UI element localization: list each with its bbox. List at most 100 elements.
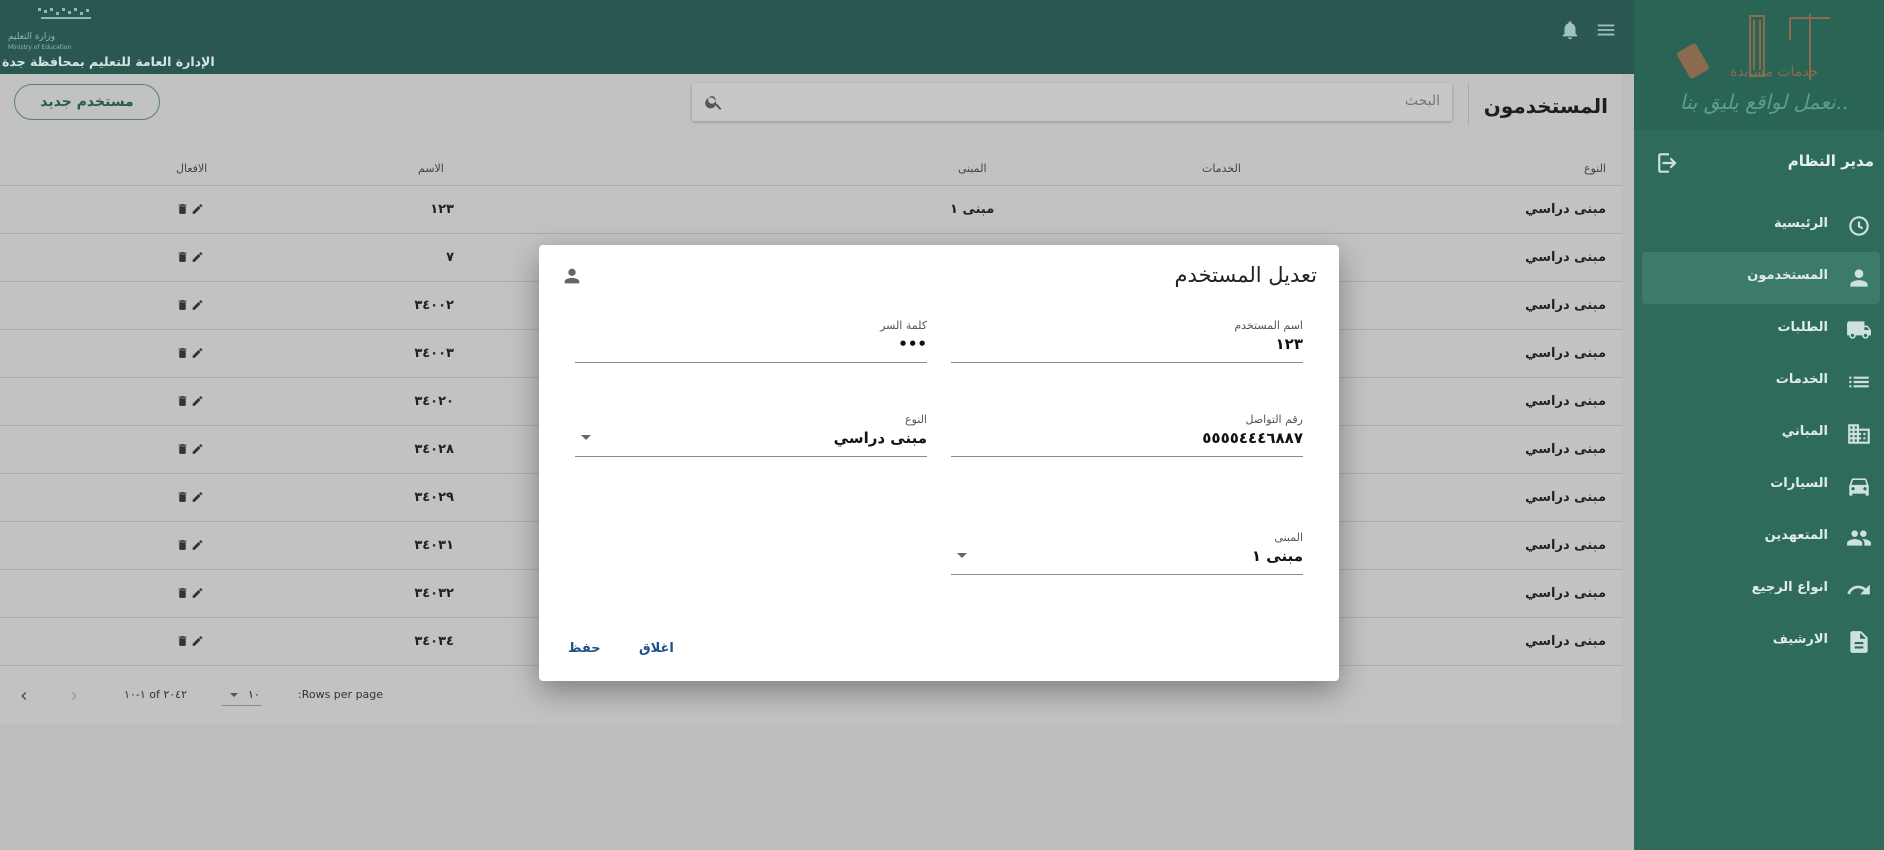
sidebar-item-label: المستخدمون [1747, 268, 1828, 283]
sidebar-item-label: المتعهدين [1764, 528, 1828, 543]
cell-name: ٣٤٠٠٢ [414, 298, 454, 313]
menu-hamburger-icon[interactable] [1592, 16, 1620, 44]
undo-icon [1847, 584, 1870, 595]
people-icon [1847, 530, 1871, 546]
close-button[interactable]: اغلاق [639, 641, 674, 656]
cell-type: مبنى دراسي [1525, 490, 1606, 505]
top-app-bar: وزارة التعليم Ministry of Education الإد… [0, 0, 1634, 74]
cell-name: ٣٤٠٣١ [414, 538, 454, 553]
sidebar-item[interactable]: السيارات [1642, 460, 1880, 512]
dialog-title: تعديل المستخدم [1174, 263, 1317, 287]
cell-name: ٧ [446, 250, 454, 265]
sidebar-item[interactable]: المستخدمون [1642, 252, 1880, 304]
svg-text:خدمات مساندة: خدمات مساندة [1730, 64, 1818, 80]
edit-pencil-icon[interactable] [191, 250, 204, 264]
building-icon [1848, 424, 1870, 444]
cell-type: مبنى دراسي [1525, 442, 1606, 457]
dashboard-icon [1849, 216, 1869, 236]
cell-building: مبنى ١ [950, 202, 995, 217]
cell-name: ٣٤٠٣٤ [414, 634, 454, 649]
page-title: المستخدمون [1483, 94, 1608, 118]
delete-icon[interactable] [176, 490, 189, 504]
rows-per-page-select[interactable]: ١٠ [222, 686, 262, 706]
edit-pencil-icon[interactable] [191, 202, 204, 216]
type-value: مبنى دراسي [833, 429, 927, 447]
rows-per-page-label: :Rows per page [298, 688, 384, 701]
row-actions [176, 634, 206, 650]
edit-pencil-icon[interactable] [191, 442, 204, 456]
edit-pencil-icon[interactable] [191, 634, 204, 648]
edit-pencil-icon[interactable] [191, 538, 204, 552]
chevron-down-icon[interactable] [581, 435, 591, 440]
cell-type: مبنى دراسي [1525, 394, 1606, 409]
sidebar-item[interactable]: المباني [1642, 408, 1880, 460]
sidebar-item[interactable]: الطلبات [1642, 304, 1880, 356]
sidebar-item[interactable]: المتعهدين [1642, 512, 1880, 564]
cell-type: مبنى دراسي [1525, 202, 1606, 217]
phone-field[interactable]: رقم التواصل ٥٥٥٥٤٤٤٦٨٨٧ [951, 413, 1303, 457]
column-header-services[interactable]: الخدمات [1202, 162, 1241, 175]
save-button[interactable]: حفظ [568, 641, 601, 656]
cell-name: ٣٤٠٠٣ [414, 346, 454, 361]
delete-icon[interactable] [176, 442, 189, 456]
sidebar-item[interactable]: الخدمات [1642, 356, 1880, 408]
document-icon [1850, 631, 1868, 653]
delete-icon[interactable] [176, 250, 189, 264]
cell-name: ٣٤٠٢٨ [414, 442, 454, 457]
sidebar-item-label: الطلبات [1777, 320, 1828, 335]
building-select[interactable]: المبنى مبنى ١ [951, 531, 1303, 575]
search-icon[interactable] [704, 92, 724, 112]
building-label: المبنى [1274, 531, 1303, 544]
password-field[interactable]: كلمة السر ••• [575, 319, 927, 363]
pagination-range: ١-١٠ of ٢٠٤٢ [124, 688, 187, 701]
edit-pencil-icon[interactable] [191, 586, 204, 600]
row-actions [176, 202, 206, 218]
username-value[interactable]: ١٢٣ [1276, 335, 1303, 353]
edit-pencil-icon[interactable] [191, 298, 204, 312]
delete-icon[interactable] [176, 538, 189, 552]
username-field[interactable]: اسم المستخدم ١٢٣ [951, 319, 1303, 363]
delete-icon[interactable] [176, 298, 189, 312]
building-value: مبنى ١ [1251, 547, 1303, 565]
row-actions [176, 538, 206, 554]
chevron-down-icon[interactable] [957, 553, 967, 558]
edit-pencil-icon[interactable] [191, 490, 204, 504]
cell-type: مبنى دراسي [1525, 298, 1606, 313]
list-icon [1849, 376, 1869, 388]
delete-icon[interactable] [176, 202, 189, 216]
sidebar-item[interactable]: الارشيف [1642, 616, 1880, 668]
admin-role-label: مدير النظام [1787, 152, 1874, 170]
edit-pencil-icon[interactable] [191, 346, 204, 360]
sidebar: خدمات مساندة نعمل لواقع يليق بنا.. مدير … [1634, 0, 1884, 850]
ministry-logo-mark [38, 8, 91, 19]
new-user-button[interactable]: مستخدم جديد [14, 84, 160, 120]
column-header-name[interactable]: الاسم [418, 162, 444, 175]
delete-icon[interactable] [176, 586, 189, 600]
delete-icon[interactable] [176, 394, 189, 408]
sidebar-item[interactable]: انواع الرجيع [1642, 564, 1880, 616]
ministry-logo: وزارة التعليم Ministry of Education الإد… [2, 4, 242, 70]
brand-logo: خدمات مساندة [1677, 14, 1830, 80]
cell-type: مبنى دراسي [1525, 250, 1606, 265]
cell-name: ٣٤٠٣٢ [414, 586, 454, 601]
logout-icon[interactable] [1656, 150, 1682, 176]
edit-pencil-icon[interactable] [191, 394, 204, 408]
phone-value[interactable]: ٥٥٥٥٤٤٤٦٨٨٧ [1202, 429, 1303, 447]
column-header-building[interactable]: المبنى [958, 162, 987, 175]
password-value[interactable]: ••• [898, 335, 927, 353]
ministry-name-english: Ministry of Education [8, 44, 72, 51]
column-header-type[interactable]: النوع [1584, 162, 1606, 175]
type-select[interactable]: النوع مبنى دراسي [575, 413, 927, 457]
search-box[interactable] [692, 83, 1452, 121]
cell-type: مبنى دراسي [1525, 586, 1606, 601]
previous-page-icon[interactable] [16, 688, 32, 704]
sidebar-item[interactable]: الرئيسية [1642, 200, 1880, 252]
notifications-bell-icon[interactable] [1556, 16, 1584, 44]
table-row[interactable]: مبنى دراسي مبنى ١ ١٢٣ [0, 186, 1622, 234]
row-actions [176, 250, 206, 266]
delete-icon[interactable] [176, 634, 189, 648]
sidebar-item-label: الرئيسية [1773, 216, 1828, 231]
next-page-icon[interactable] [66, 688, 82, 704]
search-input[interactable] [782, 92, 1442, 110]
delete-icon[interactable] [176, 346, 189, 360]
